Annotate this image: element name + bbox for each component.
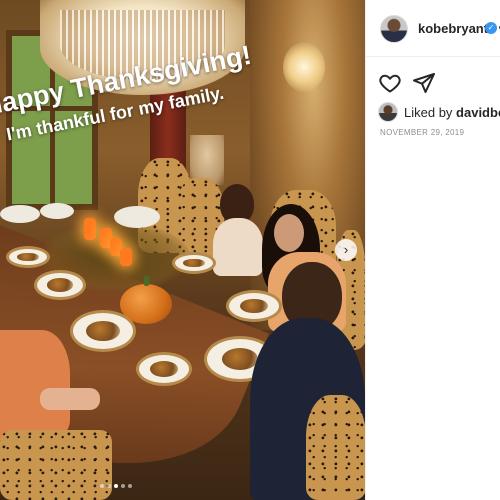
liked-by-row: Liked by davidbeck — [378, 102, 500, 122]
carousel-dot — [114, 484, 118, 488]
serving-bowl — [114, 206, 160, 228]
serving-bowl — [40, 203, 74, 219]
post-date[interactable]: NOVEMBER 29, 2019 — [380, 128, 464, 137]
person-girl-body — [213, 218, 263, 276]
carousel-dot — [107, 484, 111, 488]
candle — [120, 248, 132, 266]
carousel-next-button[interactable]: › — [335, 239, 357, 261]
carousel-indicator — [100, 484, 132, 488]
leopard-chair — [0, 430, 112, 500]
person-left-body — [0, 330, 70, 440]
candle — [84, 218, 96, 240]
post-sidebar: kobebryant ✓ Liked by davidbeck NOVEMBER… — [365, 0, 500, 500]
dinner-plate — [172, 252, 216, 274]
liked-by-avatar[interactable] — [378, 102, 398, 122]
dinner-plate — [34, 270, 86, 300]
send-icon[interactable] — [412, 71, 436, 95]
dinner-plate — [136, 352, 192, 386]
chevron-right-icon: › — [343, 242, 349, 257]
dinner-plate — [6, 246, 50, 268]
liked-by-prefix: Liked by — [404, 104, 457, 120]
heart-icon[interactable] — [378, 71, 402, 95]
leopard-chair — [306, 395, 365, 500]
action-bar — [378, 71, 436, 95]
serving-bowl — [0, 205, 40, 223]
post-photo[interactable]: Happy Thanksgiving! I'm thankful for my … — [0, 0, 365, 500]
dinner-plate — [70, 310, 136, 352]
person-woman-face — [274, 214, 304, 252]
liked-by-user-link[interactable]: davidbeck — [456, 105, 500, 120]
carousel-dot — [121, 484, 125, 488]
carousel-dot — [128, 484, 132, 488]
dinner-plate — [226, 290, 282, 322]
person-left-arm — [40, 388, 100, 410]
username-link[interactable]: kobebryant — [418, 21, 488, 36]
verified-badge-icon: ✓ — [485, 22, 497, 34]
wall-sconce — [283, 42, 325, 92]
liked-by-text: Liked by davidbeck — [404, 105, 500, 120]
carousel-dot — [100, 484, 104, 488]
avatar[interactable] — [380, 15, 408, 43]
post-header: kobebryant ✓ — [366, 0, 500, 57]
